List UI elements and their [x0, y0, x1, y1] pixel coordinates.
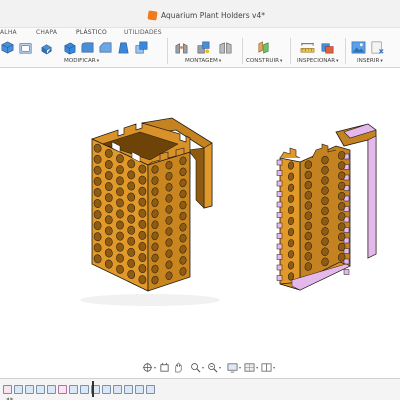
scale-icon[interactable] [134, 40, 149, 55]
timeline-feature-extrude[interactable] [47, 384, 56, 394]
section-tooth [276, 170, 283, 176]
tab-malha[interactable]: ALHA [0, 29, 17, 36]
group-inserir[interactable]: INSERIR▾ [357, 58, 383, 64]
chevron-down-icon[interactable]: ▾ [202, 365, 204, 370]
tab-chapa[interactable]: CHAPA [36, 29, 57, 36]
timeline-feature-extrude[interactable] [102, 384, 111, 394]
section-tooth [276, 243, 283, 250]
toolbar-ribbon: ALHA CHAPA PLÁSTICO UTILIDADES MODIFICAR… [0, 28, 400, 68]
document-tab[interactable]: Aquarium Plant Holders v4* [147, 9, 266, 21]
chevron-down-icon[interactable]: ▾ [154, 365, 156, 370]
chevron-down-icon[interactable]: ▾ [256, 365, 258, 370]
chevron-down-icon[interactable]: ▾ [219, 365, 221, 370]
timeline-feature-extrude[interactable] [80, 384, 89, 394]
insert-mesh-icon[interactable] [370, 40, 385, 55]
fit-icon[interactable] [207, 362, 218, 373]
offset-plane-icon[interactable] [256, 40, 271, 55]
timeline-feature-extrude[interactable] [25, 384, 34, 394]
group-construir[interactable]: CONSTRUIR▾ [246, 58, 282, 64]
section-view-model[interactable] [276, 123, 377, 291]
as-built-joint-icon[interactable] [196, 40, 211, 55]
extrude-icon[interactable] [0, 40, 15, 55]
chevron-down-icon: ▾ [336, 59, 339, 64]
insert-image-icon[interactable] [351, 40, 366, 55]
group-divider [290, 38, 291, 64]
chevron-down-icon: ▾ [380, 59, 383, 64]
group-divider [242, 38, 243, 64]
timeline-feature-extrude[interactable] [69, 384, 78, 394]
draft-icon[interactable] [116, 40, 131, 55]
chevron-down-icon: ▾ [279, 59, 283, 64]
pan-icon[interactable] [159, 362, 170, 373]
timeline-playback-controls[interactable]: ◀ ▶ [6, 396, 13, 400]
timeline-track [0, 383, 155, 395]
section-tooth [343, 258, 350, 265]
shell-icon[interactable] [18, 40, 33, 55]
zoom-icon[interactable] [190, 362, 201, 373]
chevron-down-icon: ▾ [218, 59, 222, 64]
timeline-feature-extrude[interactable] [113, 384, 122, 394]
group-modificar[interactable]: MODIFICAR▾ [64, 58, 99, 64]
tab-plastico[interactable]: PLÁSTICO [76, 29, 107, 36]
fillet-icon[interactable] [80, 40, 95, 55]
joint-origin-icon[interactable] [218, 40, 233, 55]
section-tooth [276, 212, 283, 218]
chamfer-icon[interactable] [98, 40, 113, 55]
fusion-document-icon [147, 9, 158, 21]
grid-icon[interactable] [244, 362, 255, 373]
timeline-feature-pattern[interactable] [124, 384, 133, 394]
section-battlements [279, 147, 301, 159]
model-scene[interactable] [0, 68, 400, 378]
timeline-feature-extrude[interactable] [14, 384, 23, 394]
combine-icon[interactable] [40, 40, 55, 55]
document-title: Aquarium Plant Holders v4* [161, 10, 266, 20]
section-tooth [276, 264, 283, 271]
measure-icon[interactable] [300, 40, 315, 55]
section-tooth [276, 191, 283, 197]
section-tooth [276, 233, 283, 239]
ground-shadow [80, 294, 220, 306]
title-bar: Aquarium Plant Holders v4* [0, 0, 400, 28]
section-tooth [276, 222, 283, 229]
timeline-feature-sketch[interactable] [3, 384, 12, 394]
chevron-down-icon[interactable]: ▾ [273, 365, 275, 370]
section-tooth [276, 180, 283, 187]
timeline-feature-sketch[interactable] [58, 384, 67, 394]
chevron-down-icon[interactable]: ▾ [239, 365, 241, 370]
group-divider [167, 38, 168, 64]
display-settings-icon[interactable] [227, 362, 238, 373]
design-timeline: ◀ ▶ [0, 378, 400, 400]
tab-utilidades[interactable]: UTILIDADES [124, 29, 162, 36]
timeline-feature-extrude[interactable] [36, 384, 45, 394]
timeline-feature-extrude[interactable] [146, 384, 155, 394]
section-tooth [276, 275, 283, 281]
section-tooth [276, 201, 283, 208]
chevron-down-icon: ▾ [96, 59, 99, 64]
joint-icon[interactable] [174, 40, 189, 55]
plant-holder-model[interactable] [91, 117, 213, 292]
group-montagem[interactable]: MONTAGEM▾ [185, 58, 221, 64]
navigation-bar: ▾ ▾ ▾ ▾ ▾ ▾ [142, 360, 275, 374]
hand-icon[interactable] [173, 361, 184, 373]
group-divider [345, 38, 346, 64]
section-tooth [343, 269, 350, 275]
section-tooth [276, 254, 283, 260]
3d-viewport[interactable] [0, 68, 400, 378]
hook-clip-edge [203, 142, 213, 209]
timeline-feature-extrude[interactable] [135, 384, 144, 394]
press-pull-icon[interactable] [62, 40, 77, 55]
orbit-icon[interactable] [142, 362, 153, 373]
timeline-marker[interactable] [92, 381, 94, 397]
group-inspecionar[interactable]: INSPECIONAR▾ [297, 58, 338, 64]
interference-icon[interactable] [320, 40, 335, 55]
section-tooth [276, 159, 283, 166]
section-hatch-hook [367, 135, 377, 259]
viewports-icon[interactable] [261, 362, 272, 373]
